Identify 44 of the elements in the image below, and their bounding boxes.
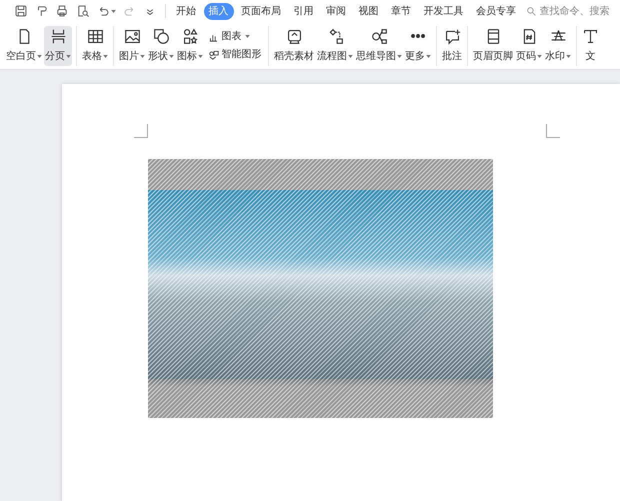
menu-tab[interactable]: 审阅: [321, 2, 351, 20]
mind-map-icon: [370, 28, 388, 44]
ribbon-button[interactable]: 空白页: [5, 26, 43, 66]
menu-tab[interactable]: 会员专享: [471, 2, 521, 20]
ribbon-button[interactable]: 稻壳素材: [273, 26, 315, 66]
menu-tab[interactable]: 章节: [386, 2, 416, 20]
picture-icon: [124, 28, 140, 44]
comment-icon: [444, 28, 460, 44]
table-icon: [86, 28, 104, 44]
page-break-icon: [50, 28, 66, 44]
smart-graphic-icon: [208, 48, 220, 60]
shapes-icon: [152, 28, 170, 44]
search-icon: [526, 6, 537, 16]
corner-mark: [546, 124, 560, 138]
ribbon-button[interactable]: 图片: [118, 26, 146, 66]
icons-icon: [182, 28, 198, 44]
ribbon-button[interactable]: 形状: [147, 26, 175, 66]
text-icon: [582, 28, 599, 44]
menu-tab[interactable]: 引用: [288, 2, 318, 20]
save-icon: [14, 4, 28, 18]
ribbon-button[interactable]: 分页: [44, 26, 72, 66]
ribbon-button[interactable]: 页眉页脚: [472, 26, 514, 66]
ribbon-button[interactable]: 流程图: [316, 26, 354, 66]
menu-tab[interactable]: 开始: [171, 2, 201, 20]
ribbon-button[interactable]: 思维导图: [355, 26, 403, 66]
ribbon-button[interactable]: 文: [581, 26, 600, 66]
ribbon-button[interactable]: 智能图形: [208, 46, 262, 64]
ribbon-button[interactable]: 图标: [176, 26, 204, 66]
more-icon: [411, 34, 425, 38]
preview-icon: [76, 4, 90, 18]
ribbon-button[interactable]: 水印: [544, 26, 572, 66]
ribbon-button[interactable]: 页码: [515, 26, 543, 66]
corner-mark: [134, 124, 148, 138]
search-field[interactable]: 查找命令、搜索: [526, 4, 610, 18]
ribbon-button[interactable]: 图表: [208, 28, 262, 46]
template-box-icon: [286, 28, 302, 44]
ribbon-button[interactable]: 表格: [81, 26, 109, 66]
print-icon: [55, 4, 69, 18]
menu-tab[interactable]: 页面布局: [236, 2, 286, 20]
ribbon-button[interactable]: 批注: [441, 26, 463, 66]
flowchart-icon: [326, 28, 344, 44]
menu-tab[interactable]: 开发工具: [418, 2, 468, 20]
menu-tab[interactable]: 视图: [354, 2, 384, 20]
ribbon-button[interactable]: 更多: [404, 26, 432, 66]
